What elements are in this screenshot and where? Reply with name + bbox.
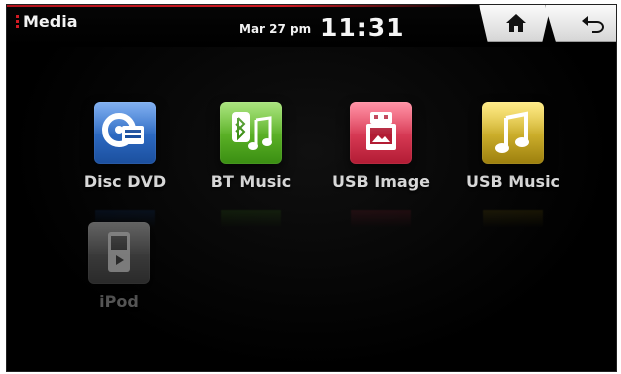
- usb-music-tile: [482, 102, 544, 164]
- source-label: Disc DVD: [83, 172, 167, 191]
- usb-image-reflection: [351, 210, 411, 228]
- ipod-tile: [88, 222, 150, 284]
- source-disc-dvd[interactable]: Disc DVD: [65, 102, 185, 228]
- media-sources-grid: Disc DVD BT Music USB Image USB Music iP…: [7, 5, 616, 371]
- source-ipod[interactable]: iPod: [59, 222, 179, 311]
- disc-dvd-tile: [94, 102, 156, 164]
- source-bt-music[interactable]: BT Music: [191, 102, 311, 228]
- usb-image-tile: [350, 102, 412, 164]
- source-usb-music[interactable]: USB Music: [453, 102, 573, 228]
- ipod-icon: [108, 232, 130, 272]
- media-screen: Media Mar 27 pm 11:31 Disc DVD BT Music …: [6, 4, 617, 372]
- disc-dvd-icon: [102, 113, 144, 147]
- source-label: iPod: [99, 292, 139, 311]
- bt-music-tile: [220, 102, 282, 164]
- source-label: USB Image: [331, 172, 430, 191]
- usb-image-icon: [366, 112, 396, 150]
- source-label: USB Music: [465, 172, 561, 191]
- usb-music-reflection: [483, 210, 543, 228]
- usb-music-icon: [495, 111, 529, 153]
- source-usb-image[interactable]: USB Image: [321, 102, 441, 228]
- bt-music-reflection: [221, 210, 281, 228]
- bluetooth-music-icon: [232, 112, 272, 150]
- source-label: BT Music: [210, 172, 292, 191]
